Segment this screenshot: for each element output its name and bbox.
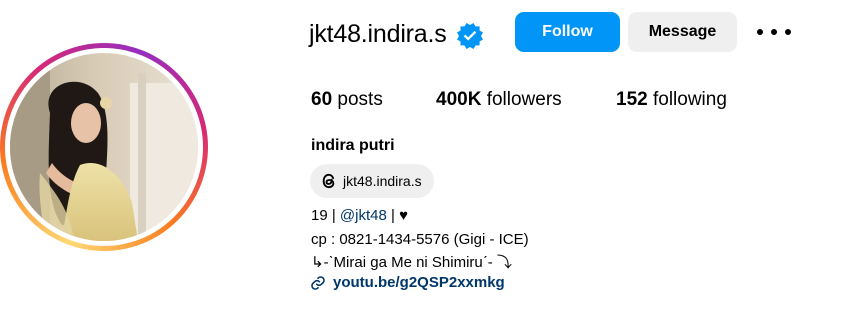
bio-line: cp : 0821-1434-5576 (Gigi - ICE) [311,231,529,248]
threads-badge[interactable]: jkt48.indira.s [310,164,434,198]
bio-line: 19 | @jkt48 | ♥ [311,207,408,224]
posts-count: 60 posts [311,89,383,110]
story-ring[interactable] [0,43,208,251]
profile-header: jkt48.indira.s Follow Message 60 posts 4… [0,0,855,311]
following-link[interactable]: 152 following [616,89,727,111]
username: jkt48.indira.s [309,20,447,48]
external-link[interactable]: youtu.be/g2QSP2xxmkg [310,274,505,291]
avatar[interactable] [10,53,198,241]
verified-badge-icon [457,23,483,49]
follow-button[interactable]: Follow [515,12,620,52]
threads-handle: jkt48.indira.s [343,173,422,189]
link-text: youtu.be/g2QSP2xxmkg [333,274,505,291]
bio-line: ↳-ˋMirai ga Me ni Shimiruˊ- ⤵ [311,254,512,271]
full-name: indira putri [311,137,395,154]
followers-link[interactable]: 400K followers [436,89,562,111]
threads-icon [322,173,335,189]
link-icon [311,275,325,290]
message-button[interactable]: Message [628,12,737,52]
avatar-image [10,53,198,241]
more-options-icon[interactable] [757,24,791,40]
mention-link[interactable]: @jkt48 [340,207,387,224]
